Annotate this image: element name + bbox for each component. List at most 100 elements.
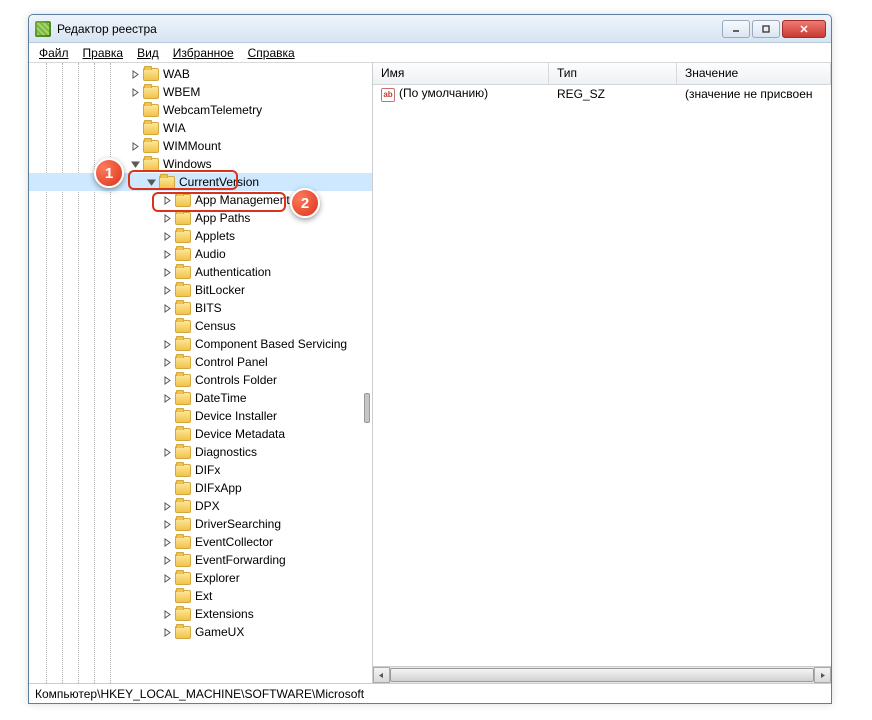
list-body[interactable]: ab(По умолчанию)REG_SZ(значение не присв… xyxy=(373,85,831,666)
menu-help[interactable]: Справка xyxy=(242,44,301,62)
tree-item-extensions[interactable]: Extensions xyxy=(29,605,372,623)
tree-item-wbem[interactable]: WBEM xyxy=(29,83,372,101)
tree-label: DIFxApp xyxy=(195,481,242,495)
column-name[interactable]: Имя xyxy=(373,63,549,84)
horizontal-scrollbar[interactable] xyxy=(373,666,831,683)
tree-item-control-panel[interactable]: Control Panel xyxy=(29,353,372,371)
folder-icon xyxy=(175,536,191,549)
status-path: Компьютер\HKEY_LOCAL_MACHINE\SOFTWARE\Mi… xyxy=(35,687,364,701)
folder-icon xyxy=(175,230,191,243)
tree-item-component-based-servicing[interactable]: Component Based Servicing xyxy=(29,335,372,353)
tree-item-authentication[interactable]: Authentication xyxy=(29,263,372,281)
expand-icon[interactable] xyxy=(161,284,173,296)
folder-icon xyxy=(143,104,159,117)
folder-icon xyxy=(175,590,191,603)
menu-favorites[interactable]: Избранное xyxy=(167,44,240,62)
tree-item-app-paths[interactable]: App Paths xyxy=(29,209,372,227)
collapse-icon[interactable] xyxy=(129,158,141,170)
tree-item-dpx[interactable]: DPX xyxy=(29,497,372,515)
folder-icon xyxy=(175,194,191,207)
column-value[interactable]: Значение xyxy=(677,63,831,84)
expand-icon[interactable] xyxy=(161,572,173,584)
menu-edit[interactable]: Правка xyxy=(77,44,130,62)
tree-label: Audio xyxy=(195,247,226,261)
tree-label: Component Based Servicing xyxy=(195,337,347,351)
value-data: (значение не присвоен xyxy=(677,87,831,101)
tree-item-device-installer[interactable]: Device Installer xyxy=(29,407,372,425)
expand-icon[interactable] xyxy=(161,608,173,620)
tree-item-applets[interactable]: Applets xyxy=(29,227,372,245)
expand-icon[interactable] xyxy=(161,338,173,350)
expand-icon[interactable] xyxy=(129,140,141,152)
expand-icon[interactable] xyxy=(161,446,173,458)
tree-item-diagnostics[interactable]: Diagnostics xyxy=(29,443,372,461)
tree-item-datetime[interactable]: DateTime xyxy=(29,389,372,407)
tree-label: WBEM xyxy=(163,85,200,99)
tree-item-wia[interactable]: WIA xyxy=(29,119,372,137)
tree-item-ext[interactable]: Ext xyxy=(29,587,372,605)
menu-file[interactable]: Файл xyxy=(33,44,75,62)
folder-icon xyxy=(175,302,191,315)
tree-item-eventcollector[interactable]: EventCollector xyxy=(29,533,372,551)
expand-icon[interactable] xyxy=(161,374,173,386)
expand-icon[interactable] xyxy=(161,212,173,224)
expand-icon[interactable] xyxy=(161,194,173,206)
menu-view[interactable]: Вид xyxy=(131,44,165,62)
expand-icon[interactable] xyxy=(161,248,173,260)
expand-icon[interactable] xyxy=(161,554,173,566)
expand-icon[interactable] xyxy=(161,536,173,548)
expand-icon[interactable] xyxy=(161,356,173,368)
tree-item-wimmount[interactable]: WIMMount xyxy=(29,137,372,155)
tree-item-gameux[interactable]: GameUX xyxy=(29,623,372,641)
tree-item-webcamtelemetry[interactable]: WebcamTelemetry xyxy=(29,101,372,119)
folder-icon xyxy=(175,572,191,585)
tree-label: Applets xyxy=(195,229,235,243)
tree-item-audio[interactable]: Audio xyxy=(29,245,372,263)
tree-item-bitlocker[interactable]: BitLocker xyxy=(29,281,372,299)
expand-icon[interactable] xyxy=(161,302,173,314)
expand-icon[interactable] xyxy=(129,86,141,98)
expand-icon[interactable] xyxy=(161,626,173,638)
tree-item-census[interactable]: Census xyxy=(29,317,372,335)
string-value-icon: ab xyxy=(381,88,395,102)
expand-icon[interactable] xyxy=(129,68,141,80)
tree-item-eventforwarding[interactable]: EventForwarding xyxy=(29,551,372,569)
maximize-button[interactable] xyxy=(752,20,780,38)
tree-label: WebcamTelemetry xyxy=(163,103,262,117)
tree-item-app-management[interactable]: App Management xyxy=(29,191,372,209)
folder-icon xyxy=(175,482,191,495)
scroll-right-button[interactable] xyxy=(814,667,831,683)
expand-icon[interactable] xyxy=(161,392,173,404)
tree-item-driversearching[interactable]: DriverSearching xyxy=(29,515,372,533)
value-row[interactable]: ab(По умолчанию)REG_SZ(значение не присв… xyxy=(373,85,831,103)
expand-icon[interactable] xyxy=(161,230,173,242)
expand-icon[interactable] xyxy=(161,518,173,530)
column-type[interactable]: Тип xyxy=(549,63,677,84)
tree-label: Device Metadata xyxy=(195,427,285,441)
tree-item-currentversion[interactable]: CurrentVersion xyxy=(29,173,372,191)
registry-tree[interactable]: WAB WBEM WebcamTelemetry WIAWIMMountWindows… xyxy=(29,63,373,683)
tree-item-difxapp[interactable]: DIFxApp xyxy=(29,479,372,497)
tree-item-controls-folder[interactable]: Controls Folder xyxy=(29,371,372,389)
scroll-left-button[interactable] xyxy=(373,667,390,683)
titlebar[interactable]: Редактор реестра xyxy=(29,15,831,43)
folder-icon xyxy=(175,374,191,387)
folder-icon xyxy=(175,554,191,567)
tree-item-wab[interactable]: WAB xyxy=(29,65,372,83)
expand-icon[interactable] xyxy=(161,266,173,278)
tree-item-device-metadata[interactable]: Device Metadata xyxy=(29,425,372,443)
tree-scrollbar-thumb[interactable] xyxy=(364,393,370,423)
tree-item-windows[interactable]: Windows xyxy=(29,155,372,173)
tree-item-explorer[interactable]: Explorer xyxy=(29,569,372,587)
close-button[interactable] xyxy=(782,20,826,38)
folder-icon xyxy=(175,428,191,441)
value-type: REG_SZ xyxy=(549,87,677,101)
tree-item-difx[interactable]: DIFx xyxy=(29,461,372,479)
collapse-icon[interactable] xyxy=(145,176,157,188)
tree-item-bits[interactable]: BITS xyxy=(29,299,372,317)
tree-label: Diagnostics xyxy=(195,445,257,459)
values-list: Имя Тип Значение ab(По умолчанию)REG_SZ(… xyxy=(373,63,831,683)
scrollbar-thumb[interactable] xyxy=(390,668,814,682)
expand-icon[interactable] xyxy=(161,500,173,512)
minimize-button[interactable] xyxy=(722,20,750,38)
